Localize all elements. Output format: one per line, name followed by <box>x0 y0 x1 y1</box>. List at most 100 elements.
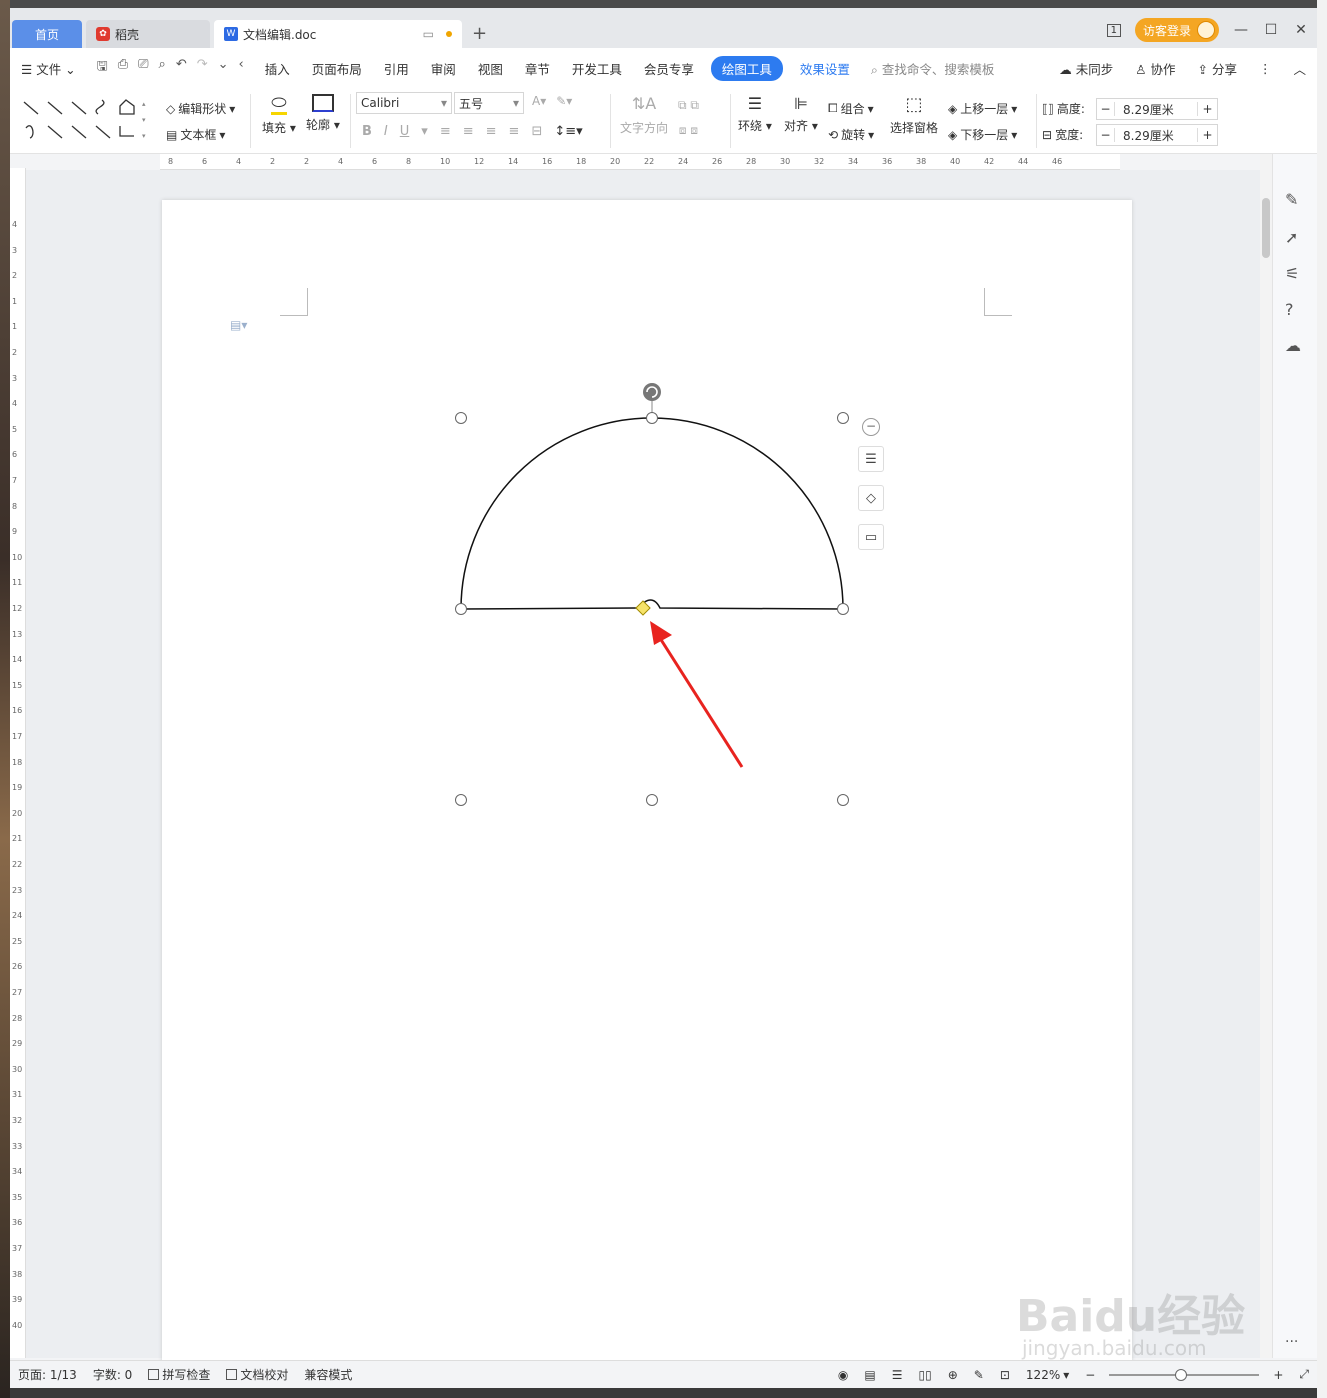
align-right-icon[interactable]: ≡ <box>486 124 497 139</box>
page-view-icon[interactable]: ▤ <box>856 1368 883 1382</box>
maximize-icon[interactable]: ☐ <box>1263 22 1279 38</box>
menu-review[interactable]: 审阅 <box>420 59 467 78</box>
shape-outline-icon[interactable]: ▭ <box>858 524 884 550</box>
close-icon[interactable]: ✕ <box>1293 22 1309 38</box>
share-button[interactable]: ⇪ 分享 <box>1187 59 1248 78</box>
minimize-icon[interactable]: — <box>1233 22 1249 38</box>
font-name-select[interactable]: Calibri ▾ <box>356 92 452 114</box>
break-link-icon[interactable]: ⧈ ⧈ <box>679 123 698 138</box>
page-count-icon[interactable]: 1 <box>1106 23 1121 37</box>
bold-icon[interactable]: B <box>362 124 372 139</box>
italic-icon[interactable]: I <box>384 124 388 139</box>
zoom-slider[interactable] <box>1109 1368 1260 1381</box>
align-center-icon[interactable]: ≡ <box>463 124 474 139</box>
write-mode-icon[interactable]: ✎ <box>966 1368 992 1382</box>
help-icon[interactable]: ? <box>1285 300 1294 319</box>
rotate-button[interactable]: ⟲ 旋转 ▾ <box>828 126 874 143</box>
backup-icon[interactable]: ☁ <box>1285 336 1301 355</box>
justify-icon[interactable]: ≡ <box>509 124 520 139</box>
file-menu[interactable]: ☰ 文件 ⌄ <box>10 59 87 78</box>
menu-references[interactable]: 引用 <box>373 59 420 78</box>
group-button[interactable]: ⧠ 组合 ▾ <box>828 100 874 117</box>
wrap-button[interactable]: ☰ 环绕 ▾ <box>738 94 772 134</box>
layout-options-icon[interactable]: ☰ <box>858 446 884 472</box>
proofread-button[interactable]: 文档校对 <box>218 1366 296 1383</box>
word-count[interactable]: 字数: 0 <box>85 1366 141 1383</box>
font-color-icon[interactable]: A▾ <box>532 94 546 108</box>
underline-icon[interactable]: U <box>400 124 410 139</box>
selection-pane-button[interactable]: ⬚ 选择窗格 <box>890 94 938 136</box>
width-stepper[interactable]: − 8.29厘米 + <box>1096 124 1218 146</box>
font-size-select[interactable]: 五号 ▾ <box>454 92 524 114</box>
menu-section[interactable]: 章节 <box>514 59 561 78</box>
new-tab-button[interactable]: + <box>472 23 487 44</box>
menu-effect-settings[interactable]: 效果设置 <box>789 59 861 78</box>
eye-protection-icon[interactable]: ◉ <box>830 1368 856 1382</box>
print-icon[interactable]: ⎚ <box>138 57 148 79</box>
reading-view-icon[interactable]: ▯▯ <box>911 1368 940 1382</box>
save-icon[interactable]: 🖫 <box>97 57 108 79</box>
menu-member[interactable]: 会员专享 <box>633 59 705 78</box>
menu-page-layout[interactable]: 页面布局 <box>301 59 373 78</box>
fill-button[interactable]: ⬭ 填充 ▾ <box>262 94 296 136</box>
outline-view-icon[interactable]: ☰ <box>884 1368 911 1382</box>
menu-insert[interactable]: 插入 <box>254 59 301 78</box>
tab-document[interactable]: W 文档编辑.doc ▭ <box>214 20 462 48</box>
command-search[interactable]: ⌕ 查找命令、搜索模板 <box>861 59 1005 78</box>
menu-drawing-tools[interactable]: 绘图工具 <box>710 55 783 81</box>
width-decrease-button[interactable]: − <box>1097 128 1115 142</box>
vertical-ruler[interactable]: 4 3 2 1 1 2 3 4 5 6 7 8 9 10 11 12 13 14 15 16 17 18 19 20 21 22 2… <box>10 168 26 1358</box>
distribute-icon[interactable]: ⊟ <box>531 124 542 139</box>
shape-fill-icon[interactable]: ◇ <box>858 485 884 511</box>
web-view-icon[interactable]: ⊕ <box>940 1368 966 1382</box>
height-increase-button[interactable]: + <box>1197 102 1217 116</box>
align-button[interactable]: ⊫ 对齐 ▾ <box>784 94 818 134</box>
redo-icon[interactable]: ↷ <box>197 57 208 79</box>
document-page[interactable]: ▤▾ − ☰ ◇ ▭ <box>162 200 1132 1370</box>
width-increase-button[interactable]: + <box>1197 128 1217 142</box>
menu-view[interactable]: 视图 <box>467 59 514 78</box>
vertical-scrollbar[interactable] <box>1260 154 1272 1358</box>
highlight-icon[interactable]: ✎▾ <box>556 94 572 108</box>
collab-button[interactable]: ♙ 协作 <box>1124 59 1186 78</box>
scroll-left-icon[interactable]: ‹ <box>239 57 244 79</box>
fullscreen-icon[interactable]: ⤢ <box>1291 1367 1317 1382</box>
tab-daoke[interactable]: ✿ 稻壳 <box>86 20 210 48</box>
cursor-icon[interactable]: ➚ <box>1285 228 1298 247</box>
menu-developer[interactable]: 开发工具 <box>561 59 633 78</box>
collapse-ribbon-icon[interactable]: ︿ <box>1282 59 1317 78</box>
panel-more-icon[interactable]: ··· <box>1285 1334 1298 1350</box>
sliders-icon[interactable]: ⚟ <box>1285 264 1299 283</box>
line-spacing-icon[interactable]: ↕≡▾ <box>554 124 582 139</box>
tab-home[interactable]: 首页 <box>12 20 82 48</box>
outline-button[interactable]: 轮廓 ▾ <box>306 94 340 133</box>
create-link-icon[interactable]: ⧉ ⧉ <box>678 98 699 113</box>
export-icon[interactable]: ⎙ <box>118 57 128 79</box>
zoom-slider-thumb[interactable] <box>1175 1368 1188 1381</box>
undo-icon[interactable]: ↶ <box>176 57 187 79</box>
height-decrease-button[interactable]: − <box>1097 102 1115 116</box>
more-dropdown-icon[interactable]: ⌄ <box>218 57 229 79</box>
width-value[interactable]: 8.29厘米 <box>1115 127 1197 144</box>
horizontal-ruler[interactable]: 8 6 4 2 2 4 6 8 10 12 14 16 18 20 22 24 26 28 30 32 34 36 38 40… <box>160 154 1120 170</box>
zoom-in-button[interactable]: + <box>1265 1368 1291 1382</box>
collapse-float-icon[interactable]: − <box>862 418 880 436</box>
pen-icon[interactable]: ✎ <box>1285 190 1298 209</box>
print-preview-icon[interactable]: ⌕ <box>159 57 166 79</box>
spell-check-button[interactable]: 拼写检查 <box>140 1366 218 1383</box>
height-stepper[interactable]: − 8.29厘米 + <box>1096 98 1218 120</box>
edit-shape-button[interactable]: ◇ 编辑形状 ▾ <box>166 100 235 117</box>
paragraph-options-icon[interactable]: ▤▾ <box>230 318 247 332</box>
more-options-icon[interactable]: ⋮ <box>1248 61 1283 76</box>
text-direction-button[interactable]: ⇅A 文字方向 <box>620 94 668 136</box>
shape-gallery[interactable]: ▴ ▾ ▾ <box>20 96 150 144</box>
height-value[interactable]: 8.29厘米 <box>1115 101 1197 118</box>
sync-button[interactable]: ☁ 未同步 <box>1048 59 1124 78</box>
scrollbar-thumb[interactable] <box>1262 198 1270 258</box>
monitor-icon[interactable]: ▭ <box>423 27 434 41</box>
align-left-icon[interactable]: ≡ <box>440 124 451 139</box>
guest-login-button[interactable]: 访客登录 <box>1134 18 1219 42</box>
page-indicator[interactable]: 页面: 1/13 <box>10 1366 85 1383</box>
bring-forward-button[interactable]: ◈ 上移一层 ▾ <box>948 100 1017 117</box>
send-backward-button[interactable]: ◈ 下移一层 ▾ <box>948 126 1017 143</box>
